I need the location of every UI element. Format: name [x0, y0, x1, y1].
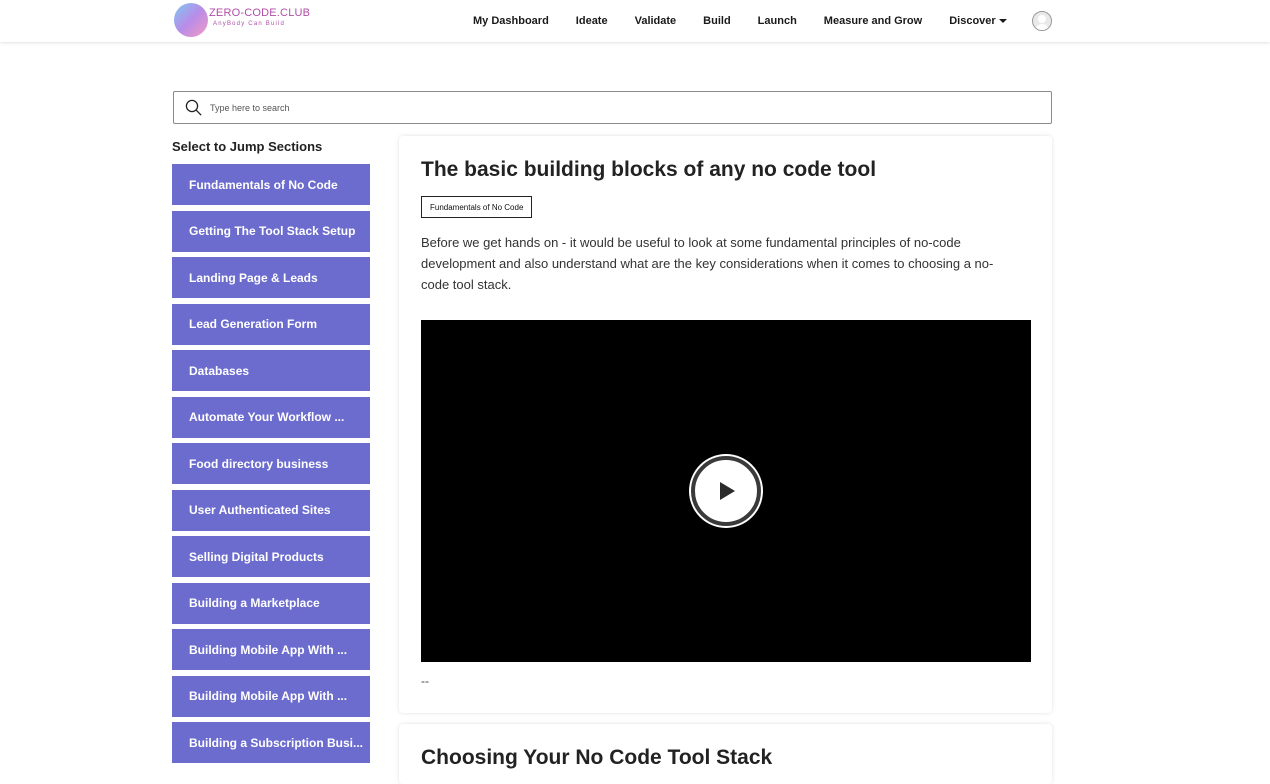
nav-measure-and-grow[interactable]: Measure and Grow: [824, 15, 922, 27]
next-lesson-card: Choosing Your No Code Tool Stack: [399, 724, 1052, 784]
sidebar-item-food-directory[interactable]: Food directory business: [172, 443, 370, 484]
nav-my-dashboard[interactable]: My Dashboard: [473, 15, 549, 27]
play-icon: [720, 482, 735, 500]
caret-down-icon: [998, 19, 1007, 23]
sidebar-item-marketplace[interactable]: Building a Marketplace: [172, 582, 370, 624]
user-avatar[interactable]: [1032, 11, 1052, 31]
lesson-footer-text: --: [421, 674, 429, 688]
next-lesson-title: Choosing Your No Code Tool Stack: [421, 746, 773, 769]
search-bar: [173, 91, 1052, 124]
search-icon: [185, 99, 202, 116]
nav-launch[interactable]: Launch: [758, 15, 797, 27]
lesson-card: The basic building blocks of any no code…: [399, 136, 1052, 713]
lesson-category-tag[interactable]: Fundamentals of No Code: [421, 196, 533, 218]
nav-ideate[interactable]: Ideate: [576, 15, 608, 27]
sidebar-item-lead-generation[interactable]: Lead Generation Form: [172, 303, 370, 345]
lesson-title: The basic building blocks of any no code…: [421, 158, 877, 181]
sidebar-item-user-authenticated[interactable]: User Authenticated Sites: [172, 489, 370, 531]
sidebar-item-landing-page[interactable]: Landing Page & Leads: [172, 257, 370, 298]
lesson-description: Before we get hands on - it would be use…: [421, 235, 994, 292]
nav-build[interactable]: Build: [703, 15, 731, 27]
nav-validate[interactable]: Validate: [635, 15, 677, 27]
sidebar-item-subscription[interactable]: Building a Subscription Busi...: [172, 722, 370, 763]
sidebar-item-databases[interactable]: Databases: [172, 350, 370, 391]
section-jump-list: Fundamentals of No Code Getting The Tool…: [172, 164, 370, 769]
play-button[interactable]: [691, 456, 761, 526]
brand-title: ZERO-CODE.CLUB: [209, 6, 311, 19]
sidebar-item-digital-products[interactable]: Selling Digital Products: [172, 536, 370, 577]
sidebar-item-tool-stack-setup[interactable]: Getting The Tool Stack Setup: [172, 210, 370, 252]
sidebar-item-mobile-app-1[interactable]: Building Mobile App With ...: [172, 629, 370, 670]
video-player[interactable]: [421, 320, 1031, 662]
sidebar-title: Select to Jump Sections: [172, 139, 323, 154]
main-nav: My Dashboard Ideate Validate Build Launc…: [473, 0, 1007, 42]
search-input[interactable]: [208, 101, 1008, 114]
logo-mark-icon: [174, 3, 208, 37]
sidebar-item-automate-workflow[interactable]: Automate Your Workflow ...: [172, 396, 370, 438]
sidebar-item-mobile-app-2[interactable]: Building Mobile App With ...: [172, 675, 370, 717]
brand-tagline: AnyBody Can Build: [213, 20, 286, 27]
brand-logo[interactable]: ZERO-CODE.CLUB AnyBody Can Build: [174, 3, 310, 37]
nav-discover-label: Discover: [949, 15, 996, 27]
sidebar-item-fundamentals[interactable]: Fundamentals of No Code: [172, 164, 370, 205]
top-navbar: ZERO-CODE.CLUB AnyBody Can Build My Dash…: [0, 0, 1270, 42]
nav-discover-dropdown[interactable]: Discover: [949, 15, 1007, 27]
